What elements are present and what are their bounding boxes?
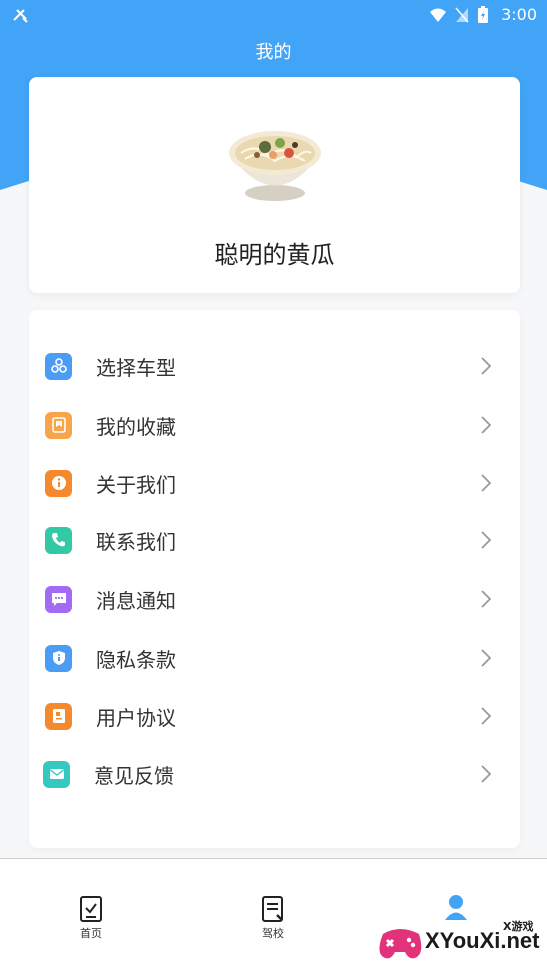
chevron-right-icon bbox=[481, 357, 492, 375]
chevron-right-icon bbox=[481, 416, 492, 434]
status-bar: 3:00 bbox=[0, 0, 547, 30]
chevron-right-icon bbox=[481, 474, 492, 492]
profile-card: 聪明的黄瓜 bbox=[29, 77, 520, 293]
page-title: 我的 bbox=[255, 42, 292, 63]
menu-item-feedback[interactable]: 意见反馈 bbox=[29, 748, 520, 800]
nav-tab-school[interactable]: 驾校 bbox=[233, 895, 313, 941]
bookmark-icon bbox=[45, 411, 72, 439]
menu-item-label: 我的收藏 bbox=[96, 414, 176, 439]
username: 聪明的黄瓜 bbox=[214, 241, 335, 269]
menu-item-label: 关于我们 bbox=[96, 472, 176, 497]
menu-item-label: 隐私条款 bbox=[96, 647, 176, 672]
chevron-right-icon bbox=[481, 590, 492, 608]
menu-item-favorites[interactable]: 我的收藏 bbox=[29, 399, 520, 451]
menu-item-label: 消息通知 bbox=[96, 588, 176, 613]
nav-tab-home[interactable]: 首页 bbox=[51, 895, 131, 941]
chevron-right-icon bbox=[481, 531, 492, 549]
home-checklist-icon bbox=[80, 896, 102, 922]
chevron-right-icon bbox=[481, 707, 492, 725]
menu-item-user-agreement[interactable]: 用户协议 bbox=[29, 690, 520, 742]
chevron-right-icon bbox=[481, 649, 492, 667]
nav-label-school: 驾校 bbox=[262, 927, 284, 940]
message-icon bbox=[45, 585, 72, 613]
menu-item-about[interactable]: 关于我们 bbox=[29, 457, 520, 509]
menu-item-select-car[interactable]: 选择车型 bbox=[29, 340, 520, 392]
menu-item-privacy[interactable]: 隐私条款 bbox=[29, 632, 520, 684]
chevron-right-icon bbox=[481, 765, 492, 783]
nav-label-home: 首页 bbox=[80, 927, 102, 940]
menu-item-notifications[interactable]: 消息通知 bbox=[29, 573, 520, 625]
menu-item-label: 选择车型 bbox=[96, 355, 176, 380]
menu-card: 选择车型 我的收藏 关于我们 联系我们 消息通知 隐私条款 用户协议 意见反馈 bbox=[29, 310, 520, 848]
menu-item-label: 意见反馈 bbox=[94, 763, 174, 788]
avatar[interactable] bbox=[225, 123, 325, 203]
wifi-icon bbox=[430, 8, 447, 22]
phone-icon bbox=[45, 526, 72, 554]
watermark-text: XYouXi.net bbox=[425, 928, 540, 953]
gamepad-logo-icon bbox=[379, 929, 422, 959]
menu-item-contact[interactable]: 联系我们 bbox=[29, 514, 520, 566]
mail-icon bbox=[43, 760, 70, 788]
watermark: X游戏 XYouXi.net bbox=[375, 910, 545, 970]
document-search-icon bbox=[262, 896, 283, 922]
shield-icon bbox=[45, 644, 72, 672]
menu-item-label: 联系我们 bbox=[96, 529, 176, 554]
no-signal-icon bbox=[455, 7, 469, 22]
agreement-icon bbox=[45, 702, 72, 730]
menu-item-label: 用户协议 bbox=[96, 705, 176, 730]
status-time: 3:00 bbox=[501, 5, 537, 24]
battery-icon bbox=[478, 5, 489, 23]
info-icon bbox=[45, 469, 72, 497]
debug-icon bbox=[13, 9, 28, 23]
car-model-icon bbox=[45, 352, 72, 380]
